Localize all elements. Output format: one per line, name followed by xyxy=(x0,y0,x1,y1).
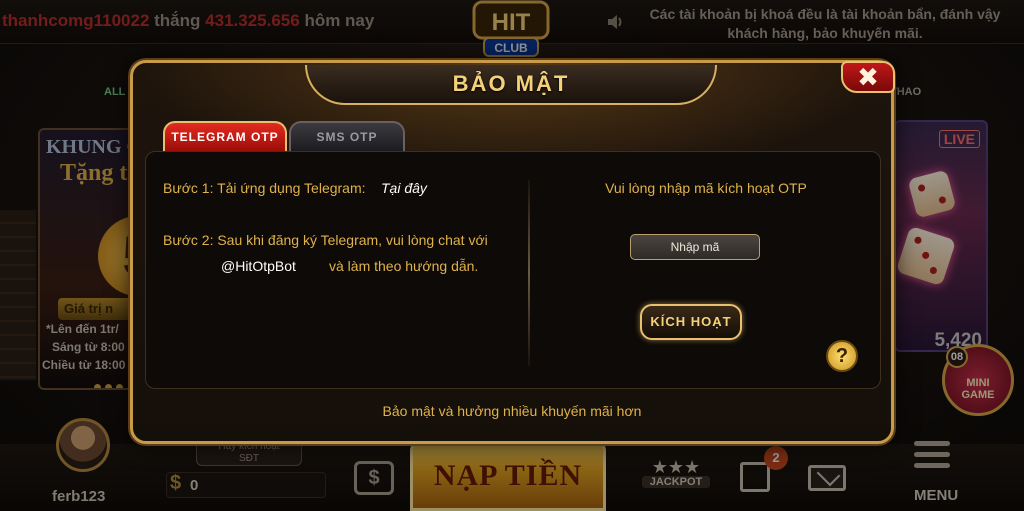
security-dialog: BẢO MẬT ✖ TELEGRAM OTP SMS OTP Bước 1: T… xyxy=(130,60,895,444)
otp-instruction: Vui lòng nhập mã kích hoạt OTP xyxy=(605,180,807,196)
activate-button[interactable]: KÍCH HOẠT xyxy=(640,304,742,340)
close-icon[interactable]: ✖ xyxy=(841,61,895,93)
content-divider xyxy=(528,180,530,366)
dialog-footer: Bảo mật và hưởng nhiều khuyến mãi hơn xyxy=(382,403,642,419)
step2-tail-text: và làm theo hướng dẫn. xyxy=(329,258,479,274)
dialog-title: BẢO MẬT xyxy=(452,71,570,96)
otp-code-input[interactable] xyxy=(630,234,760,260)
title-plate: BẢO MẬT xyxy=(305,65,717,105)
download-telegram-link[interactable]: Tại đây xyxy=(381,180,427,196)
tab-sms-otp[interactable]: SMS OTP xyxy=(289,121,405,151)
dialog-content: Bước 1: Tải ứng dụng Telegram: Tại đây B… xyxy=(145,151,881,389)
otp-bot-handle[interactable]: @HitOtpBot xyxy=(221,258,296,274)
tab-telegram-otp[interactable]: TELEGRAM OTP xyxy=(163,121,287,151)
step1-text: Bước 1: Tải ứng dụng Telegram: xyxy=(163,180,366,196)
help-icon[interactable]: ? xyxy=(826,340,858,372)
step2-text: Bước 2: Sau khi đăng ký Telegram, vui lò… xyxy=(163,232,488,248)
